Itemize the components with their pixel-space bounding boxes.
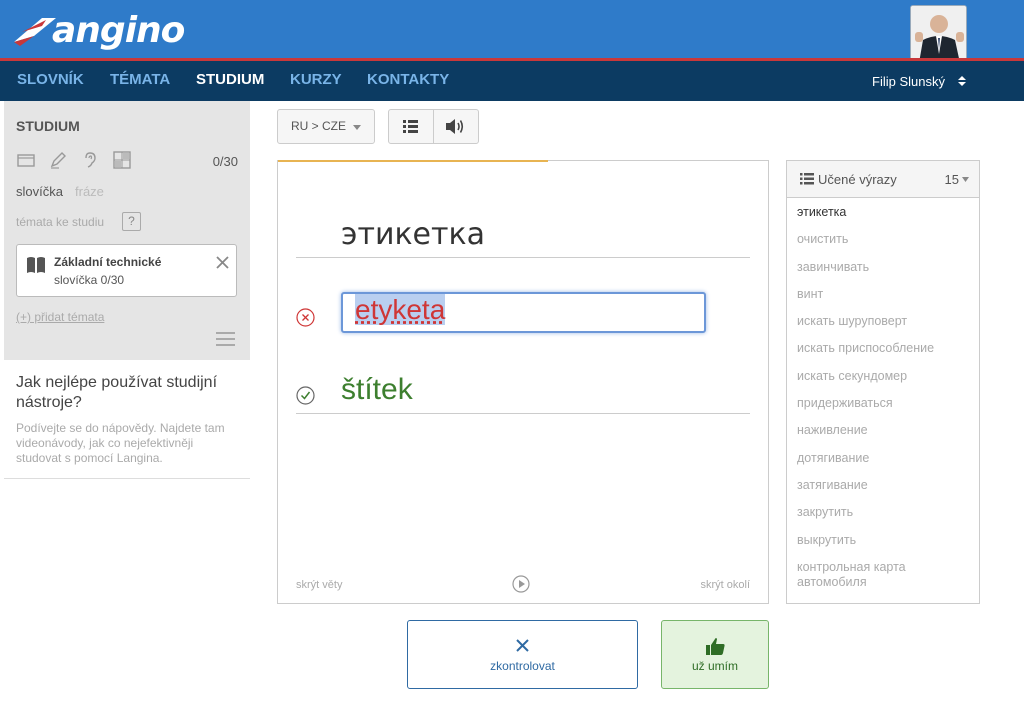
sidebar-title: STUDIUM <box>16 118 80 134</box>
flashcard-mode-icon[interactable] <box>16 150 36 170</box>
list-item[interactable]: искать приспособление <box>797 341 977 368</box>
list-item[interactable]: затягивание <box>797 478 977 505</box>
chevron-down-icon <box>353 125 361 130</box>
sidebar-menu-icon[interactable] <box>216 332 235 346</box>
help-title: Jak nejlépe používat studijní nástroje? <box>16 374 218 411</box>
help-divider <box>4 478 250 479</box>
topic-name: Základní technické <box>54 255 162 269</box>
avatar-photo-icon <box>911 6 966 61</box>
user-menu-caret-icon[interactable] <box>958 76 966 86</box>
hide-context-link[interactable]: skrýt okolí <box>700 579 750 591</box>
study-progress-bar <box>278 160 548 162</box>
logo-swoosh-icon <box>14 18 56 46</box>
list-item[interactable]: наживление <box>797 423 977 450</box>
topics-label: témata ke studiu <box>16 215 105 229</box>
question-underline <box>296 257 750 258</box>
button-separator <box>433 110 434 143</box>
langino-logo[interactable]: angino <box>12 8 185 52</box>
already-know-button[interactable]: už umím <box>661 620 769 689</box>
language-direction-label: RU > CZE <box>291 119 347 133</box>
listen-mode-icon[interactable] <box>80 150 100 170</box>
study-mode-icons <box>16 150 132 170</box>
check-button[interactable]: zkontrolovat <box>407 620 638 689</box>
topic-card[interactable]: Základní technické slovíčka 0/30 <box>16 244 237 297</box>
remove-topic-icon[interactable] <box>216 256 229 269</box>
learned-words-panel: Učené výrazy 15 этикетка очистить завинч… <box>786 160 980 604</box>
study-card: этикетка etyketa štítek skrýt věty skrýt… <box>277 160 769 604</box>
add-topic-link[interactable]: (+) přidat témata <box>16 310 104 324</box>
list-item[interactable]: искать секундомер <box>797 369 977 396</box>
nav-studium[interactable]: STUDIUM <box>196 71 264 88</box>
list-item[interactable]: искать шуруповерт <box>797 314 977 341</box>
list-item[interactable]: этикетка <box>797 205 977 232</box>
correct-answer-icon <box>296 386 315 405</box>
wrong-answer-icon <box>296 308 315 327</box>
list-item[interactable]: закрутить <box>797 505 977 532</box>
speaker-icon[interactable] <box>446 118 465 135</box>
main-nav: SLOVNÍK TÉMATA STUDIUM KURZY KONTAKTY Fi… <box>0 61 1024 101</box>
answer-text: etyketa <box>355 294 446 325</box>
study-counter: 0/30 <box>212 154 238 169</box>
thumbs-up-icon <box>706 638 725 655</box>
book-icon <box>27 257 45 273</box>
hide-sentences-link[interactable]: skrýt věty <box>296 579 342 591</box>
question-word: этикетка <box>341 217 485 252</box>
list-item[interactable]: винт <box>797 287 977 314</box>
topic-progress: slovíčka 0/30 <box>54 273 125 287</box>
already-know-label: už umím <box>691 659 738 673</box>
learned-words-title: Učené výrazy <box>818 172 897 187</box>
chevron-down-icon <box>962 177 969 182</box>
list-item[interactable]: очистить <box>797 232 977 259</box>
study-sidebar: STUDIUM 0/30 slovíčka fráze témata ke st… <box>4 101 250 360</box>
crossword-mode-icon[interactable] <box>112 150 132 170</box>
help-text[interactable]: Podívejte se do nápovědy. Najdete tam vi… <box>16 421 241 466</box>
user-avatar[interactable] <box>910 5 967 62</box>
list-item[interactable]: дотягивание <box>797 451 977 478</box>
nav-temata[interactable]: TÉMATA <box>110 71 170 88</box>
nav-kurzy[interactable]: KURZY <box>290 71 342 88</box>
tab-phrases[interactable]: fráze <box>75 184 104 199</box>
list-item[interactable]: завинчивать <box>797 260 977 287</box>
list-item[interactable]: придерживаться <box>797 396 977 423</box>
logo-text: angino <box>52 9 185 51</box>
correct-answer: štítek <box>341 373 413 406</box>
language-direction-select[interactable]: RU > CZE <box>277 109 375 144</box>
list-item[interactable]: выкрутить <box>797 533 977 560</box>
list-icon <box>800 173 814 185</box>
topics-help-button[interactable]: ? <box>122 212 141 231</box>
play-icon[interactable] <box>512 575 530 593</box>
check-button-label: zkontrolovat <box>490 659 555 673</box>
user-name[interactable]: Filip Slunský <box>872 74 945 89</box>
correct-underline <box>296 413 750 414</box>
write-mode-icon[interactable] <box>48 150 68 170</box>
list-item[interactable]: контрольная карта автомобиля <box>797 560 977 589</box>
list-icon[interactable] <box>403 120 418 133</box>
learned-words-count: 15 <box>944 172 959 187</box>
tab-words[interactable]: slovíčka <box>16 184 63 199</box>
learned-words-header[interactable]: Učené výrazy 15 <box>787 161 979 198</box>
answer-input[interactable]: etyketa <box>341 292 706 333</box>
close-icon <box>516 639 529 652</box>
learned-words-list: этикетка очистить завинчивать винт искат… <box>797 205 977 589</box>
nav-kontakty[interactable]: KONTAKTY <box>367 71 449 88</box>
top-header: angino <box>0 0 1024 62</box>
card-tools-group <box>388 109 479 144</box>
nav-slovnik[interactable]: SLOVNÍK <box>17 71 84 88</box>
